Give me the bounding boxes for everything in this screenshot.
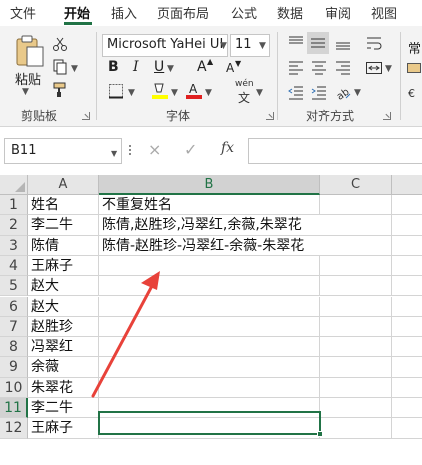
clipboard-group-label: 剪贴板 xyxy=(21,109,58,123)
spreadsheet-grid[interactable]: A B C 1 姓名 不重复姓名 2 李二牛 陈倩,赵胜珍,冯翠红,余薇,朱翠花 3 陈倩 陈倩… xyxy=(0,175,422,465)
active-tab-indicator xyxy=(64,22,92,25)
alignment-group-label: 对齐方式 xyxy=(306,109,355,123)
formula-input[interactable] xyxy=(248,138,422,164)
clipboard-launcher-icon[interactable] xyxy=(82,112,90,120)
tab-formulas[interactable]: 公式 xyxy=(231,3,257,22)
copy-icon[interactable] xyxy=(52,59,68,78)
ribbon-tab-bar: 文件 开始 插入 页面布局 公式 数据 审阅 视图 xyxy=(0,0,422,26)
increase-indent-icon[interactable] xyxy=(310,84,328,105)
phonetic-guide-button[interactable]: wén xyxy=(235,79,254,89)
fill-color-dropdown-icon[interactable]: ▼ xyxy=(171,88,178,98)
merge-dropdown-icon[interactable]: ▼ xyxy=(385,64,392,74)
tab-home[interactable]: 开始 xyxy=(64,3,90,22)
grow-font-icon: ▲ xyxy=(207,57,214,66)
cancel-formula-icon[interactable]: × xyxy=(148,140,161,159)
wrap-text-icon[interactable] xyxy=(365,34,383,55)
shrink-font-button[interactable]: A xyxy=(226,61,234,75)
align-center-icon[interactable] xyxy=(310,59,328,80)
paste-button-label[interactable]: 粘贴 xyxy=(15,69,41,88)
borders-icon[interactable] xyxy=(108,83,124,102)
paste-icon[interactable] xyxy=(14,34,46,71)
formula-bar: B11 ▼ × ✓ fx xyxy=(0,127,422,175)
name-box-dropdown-icon[interactable]: ▼ xyxy=(111,149,117,158)
paste-dropdown-icon[interactable]: ▼ xyxy=(22,87,29,97)
copy-dropdown-icon[interactable]: ▼ xyxy=(71,64,78,74)
number-format-icon[interactable] xyxy=(406,60,422,79)
font-size-dropdown-icon[interactable]: ▼ xyxy=(259,41,266,51)
name-box[interactable]: B11 xyxy=(4,138,122,164)
borders-dropdown-icon[interactable]: ▼ xyxy=(128,88,135,98)
underline-button[interactable]: U xyxy=(154,59,164,75)
bold-button[interactable]: B xyxy=(108,59,119,75)
ribbon: 粘贴 ▼ ▼ 剪贴板 Microsoft YaHei UI ▼ 11 ▼ B I… xyxy=(0,26,422,127)
font-group-label: 字体 xyxy=(166,109,191,123)
ribbon-separator xyxy=(277,32,278,120)
number-format-icon-2[interactable]: € xyxy=(408,86,422,103)
font-color-dropdown-icon[interactable]: ▼ xyxy=(205,88,212,98)
confirm-formula-icon[interactable]: ✓ xyxy=(184,140,197,159)
formula-bar-splitter[interactable] xyxy=(128,143,132,159)
tab-data[interactable]: 数据 xyxy=(277,3,303,22)
ribbon-separator xyxy=(400,32,401,120)
orientation-icon[interactable]: ab xyxy=(334,84,352,105)
orientation-dropdown-icon[interactable]: ▼ xyxy=(354,88,361,98)
align-bottom-icon[interactable] xyxy=(334,34,352,55)
decrease-indent-icon[interactable] xyxy=(287,84,305,105)
merge-center-icon[interactable] xyxy=(365,59,383,80)
tab-view[interactable]: 视图 xyxy=(371,3,397,22)
cut-icon[interactable] xyxy=(52,36,68,55)
italic-button[interactable]: I xyxy=(133,59,139,75)
annotation-arrow xyxy=(91,271,160,398)
fill-color-icon[interactable] xyxy=(151,81,169,102)
ribbon-separator xyxy=(96,32,97,120)
font-name-dropdown-icon[interactable]: ▼ xyxy=(220,41,227,51)
tab-review[interactable]: 审阅 xyxy=(325,3,351,22)
alignment-launcher-icon[interactable] xyxy=(383,112,391,120)
phonetic-guide-icon: 文 xyxy=(238,91,251,105)
tab-file[interactable]: 文件 xyxy=(10,3,36,22)
underline-dropdown-icon[interactable]: ▼ xyxy=(167,64,174,74)
phonetic-dropdown-icon[interactable]: ▼ xyxy=(256,88,263,98)
number-group-partial-label[interactable]: 常 xyxy=(408,38,421,57)
align-top-icon[interactable] xyxy=(287,34,305,55)
grow-font-button[interactable]: A xyxy=(197,59,207,75)
shrink-font-icon: ▼ xyxy=(235,59,242,68)
svg-text:A: A xyxy=(189,82,198,96)
align-middle-icon[interactable] xyxy=(307,32,329,54)
tab-insert[interactable]: 插入 xyxy=(111,3,137,22)
align-right-icon[interactable] xyxy=(334,59,352,80)
font-launcher-icon[interactable] xyxy=(266,112,274,120)
insert-function-button[interactable]: fx xyxy=(221,140,234,156)
tab-page-layout[interactable]: 页面布局 xyxy=(157,3,209,22)
format-painter-icon[interactable] xyxy=(52,82,68,101)
align-left-icon[interactable] xyxy=(287,59,305,80)
font-color-icon[interactable]: A xyxy=(185,81,203,102)
svg-text:€: € xyxy=(408,87,415,100)
font-name-select[interactable]: Microsoft YaHei UI xyxy=(102,34,228,57)
